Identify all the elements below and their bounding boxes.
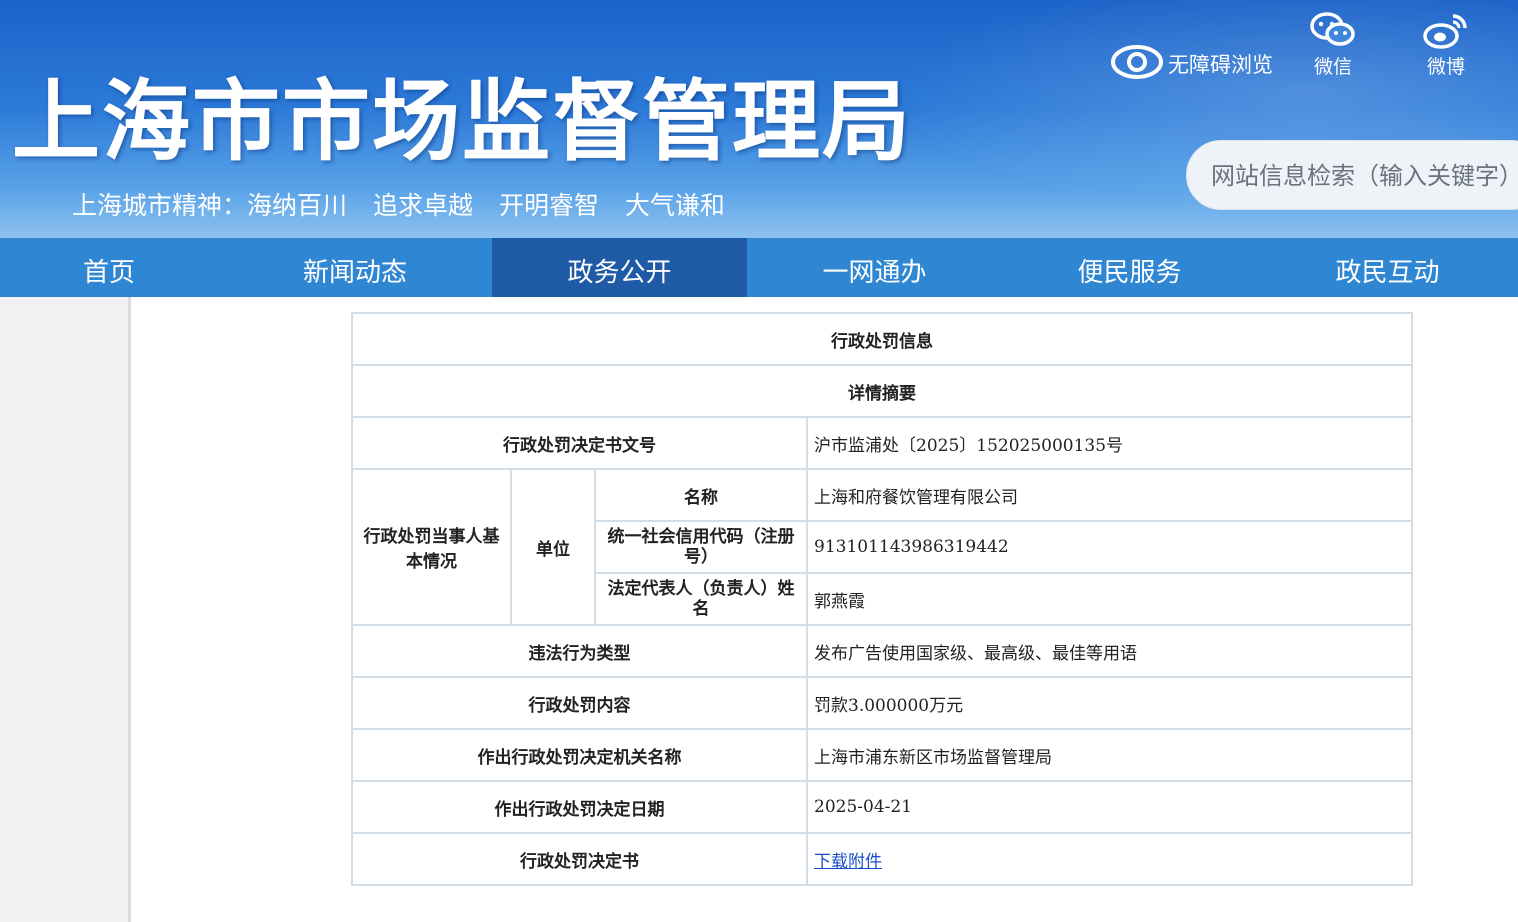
left-sidebar-background (0, 297, 128, 922)
eye-icon (1110, 42, 1168, 87)
party-label: 行政处罚当事人基本情况 (351, 468, 512, 626)
authority-value: 上海市浦东新区市场监督管理局 (806, 728, 1413, 782)
nav-home[interactable]: 首页 (0, 238, 218, 297)
slogan-part-1: 上海城市精神：海纳百川 (72, 191, 348, 220)
table-row: 行政处罚决定书文号 沪市监浦处〔2025〕152025000135号 (351, 416, 1413, 470)
slogan-part-2: 追求卓越 (372, 191, 473, 220)
table-row: 行政处罚决定书 下载附件 (351, 832, 1413, 886)
slogan-part-3: 开明睿智 (498, 191, 599, 220)
credit-code-label: 统一社会信用代码（注册号） (594, 520, 808, 574)
nav-public-services[interactable]: 便民服务 (1002, 238, 1257, 297)
weibo-icon (1416, 10, 1476, 50)
left-sidebar-divider (128, 297, 131, 922)
legal-rep-label: 法定代表人（负责人）姓名 (594, 572, 808, 626)
site-header: 上海市市场监督管理局 上海城市精神：海纳百川 追求卓越 开明睿智 大气谦和 无障… (0, 0, 1518, 238)
violation-type-label: 违法行为类型 (351, 624, 808, 678)
penalty-detail-table: 行政处罚信息 详情摘要 行政处罚决定书文号 沪市监浦处〔2025〕1520250… (351, 312, 1413, 886)
nav-news[interactable]: 新闻动态 (218, 238, 492, 297)
credit-code-value: 913101143986319442 (806, 520, 1413, 574)
violation-type-value: 发布广告使用国家级、最高级、最佳等用语 (806, 624, 1413, 678)
table-row: 违法行为类型 发布广告使用国家级、最高级、最佳等用语 (351, 624, 1413, 678)
table-row: 作出行政处罚决定日期 2025-04-21 (351, 780, 1413, 834)
table-row: 行政处罚当事人基本情况 单位 名称 上海和府餐饮管理有限公司 (351, 468, 1413, 626)
main-nav: 首页 新闻动态 政务公开 一网通办 便民服务 政民互动 (0, 238, 1518, 297)
wechat-button[interactable]: 微信 (1303, 10, 1363, 79)
name-label: 名称 (594, 468, 808, 522)
accessibility-button[interactable]: 无障碍浏览 (1110, 44, 1280, 84)
doc-no-label: 行政处罚决定书文号 (351, 416, 808, 470)
table-row: 详情摘要 (351, 364, 1413, 418)
table-title: 行政处罚信息 (351, 312, 1413, 366)
nav-online-services[interactable]: 一网通办 (747, 238, 1002, 297)
name-value: 上海和府餐饮管理有限公司 (806, 468, 1413, 522)
wechat-label: 微信 (1313, 56, 1352, 78)
penalty-content-value: 罚款3.000000万元 (806, 676, 1413, 730)
decision-doc-label: 行政处罚决定书 (351, 832, 808, 886)
authority-label: 作出行政处罚决定机关名称 (351, 728, 808, 782)
table-subtitle: 详情摘要 (351, 364, 1413, 418)
download-attachment-link[interactable]: 下载附件 (814, 852, 882, 872)
table-row: 行政处罚内容 罚款3.000000万元 (351, 676, 1413, 730)
weibo-label: 微博 (1426, 56, 1465, 78)
decision-date-label: 作出行政处罚决定日期 (351, 780, 808, 834)
table-row: 行政处罚信息 (351, 312, 1413, 366)
decision-date-value: 2025-04-21 (806, 780, 1413, 834)
nav-interaction[interactable]: 政民互动 (1257, 238, 1518, 297)
nav-government-affairs[interactable]: 政务公开 (492, 238, 747, 297)
penalty-content-label: 行政处罚内容 (351, 676, 808, 730)
unit-label: 单位 (510, 468, 596, 626)
accessibility-label: 无障碍浏览 (1168, 53, 1273, 77)
table-row: 作出行政处罚决定机关名称 上海市浦东新区市场监督管理局 (351, 728, 1413, 782)
decision-doc-cell: 下载附件 (806, 832, 1413, 886)
site-search-input[interactable]: 网站信息检索（输入关键字） (1186, 140, 1518, 210)
city-slogan: 上海城市精神：海纳百川 追求卓越 开明睿智 大气谦和 (72, 186, 743, 222)
weibo-button[interactable]: 微博 (1416, 10, 1476, 79)
doc-no-value: 沪市监浦处〔2025〕152025000135号 (806, 416, 1413, 470)
site-title[interactable]: 上海市市场监督管理局 (12, 72, 912, 172)
wechat-icon (1303, 10, 1363, 50)
legal-rep-value: 郭燕霞 (806, 572, 1413, 626)
slogan-part-4: 大气谦和 (624, 191, 725, 220)
